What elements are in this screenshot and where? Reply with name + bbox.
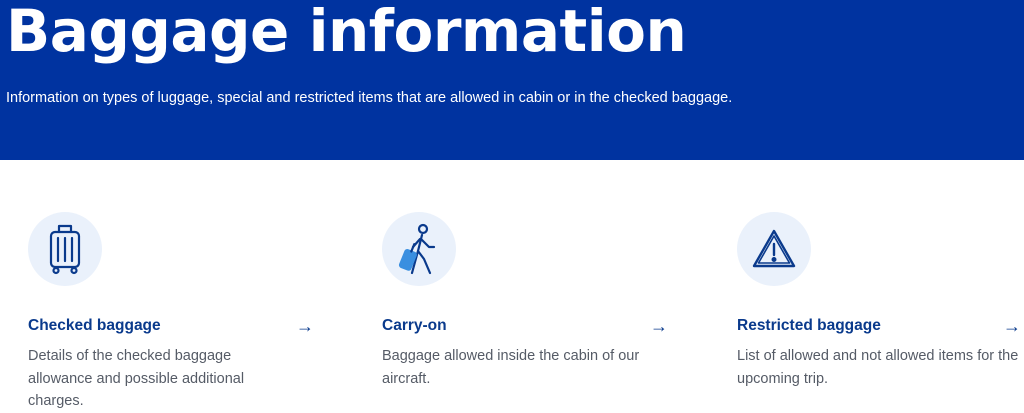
suitcase-icon [28, 212, 102, 286]
page-subtitle: Information on types of luggage, special… [6, 90, 733, 106]
card-title[interactable]: Checked baggage [28, 315, 161, 337]
traveler-carry-on-icon [382, 212, 456, 286]
arrow-right-icon[interactable]: → [650, 316, 668, 336]
card-description: Baggage allowed inside the cabin of our … [382, 348, 640, 387]
page-title: Baggage information [6, 0, 687, 65]
warning-triangle-icon [737, 212, 811, 286]
card-title[interactable]: Carry-on [382, 315, 447, 337]
card-description: List of allowed and not allowed items fo… [737, 348, 1019, 387]
arrow-right-icon[interactable]: → [296, 316, 314, 336]
page-header: Baggage information Information on types… [0, 0, 1024, 160]
card-description: Details of the checked baggage allowance… [28, 348, 245, 409]
arrow-right-icon[interactable]: → [1003, 316, 1021, 336]
card-title[interactable]: Restricted baggage [737, 315, 881, 337]
